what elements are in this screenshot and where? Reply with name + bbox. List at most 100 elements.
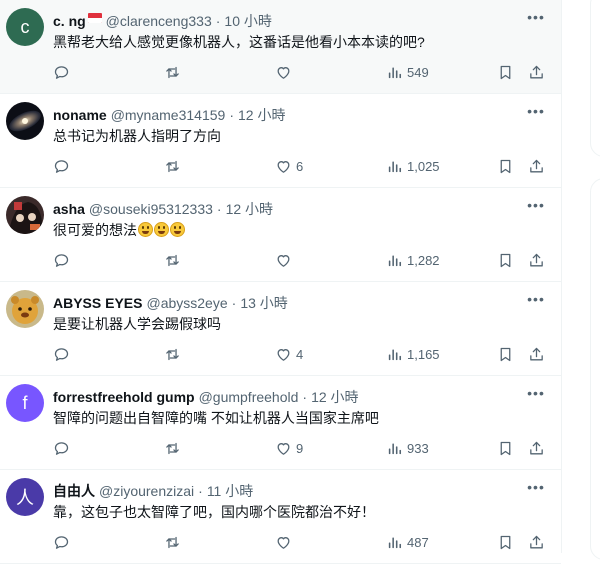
- bookmark-icon: [497, 158, 514, 175]
- share-button[interactable]: [528, 436, 545, 460]
- action-bar: 549: [53, 60, 547, 84]
- bookmark-button[interactable]: [497, 530, 514, 554]
- more-icon[interactable]: •••: [525, 382, 547, 404]
- more-icon[interactable]: •••: [525, 100, 547, 122]
- more-icon[interactable]: •••: [525, 476, 547, 498]
- reply-icon: [53, 534, 70, 551]
- action-bar: 6 1,025: [53, 154, 547, 178]
- like-count: 6: [296, 158, 304, 174]
- views-button[interactable]: 1,025: [386, 154, 440, 178]
- retweet-button[interactable]: [164, 60, 185, 84]
- reply-button[interactable]: [53, 436, 74, 460]
- avatar[interactable]: [6, 290, 44, 328]
- display-name[interactable]: asha: [53, 201, 85, 217]
- display-name[interactable]: forrestfreehold gump: [53, 389, 195, 405]
- view-count: 1,282: [407, 252, 440, 268]
- tweet-text: 靠，这包子也太智障了吧，国内哪个医院都治不好！: [53, 502, 375, 522]
- tweet-text-content: 总书记为机器人指明了方向: [53, 128, 221, 144]
- user-handle[interactable]: @abyss2eye: [146, 295, 227, 311]
- separator-dot: ·: [231, 295, 237, 311]
- retweet-icon: [164, 158, 181, 175]
- views-icon: [386, 64, 403, 81]
- separator-dot: ·: [216, 201, 222, 217]
- separator-dot: ·: [215, 13, 221, 29]
- timestamp[interactable]: 13 小時: [240, 293, 287, 313]
- timestamp[interactable]: 12 小時: [311, 387, 358, 407]
- retweet-button[interactable]: [164, 248, 185, 272]
- separator-dot: ·: [302, 389, 308, 405]
- share-icon: [528, 440, 545, 457]
- more-icon[interactable]: •••: [525, 6, 547, 28]
- reply-button[interactable]: [53, 530, 74, 554]
- like-button[interactable]: [275, 248, 296, 272]
- views-button[interactable]: 1,282: [386, 248, 440, 272]
- display-name[interactable]: c. ng: [53, 13, 86, 29]
- user-handle[interactable]: @ziyourenzizai: [99, 483, 194, 499]
- display-name[interactable]: 自由人: [53, 481, 95, 501]
- more-icon[interactable]: •••: [525, 288, 547, 310]
- like-button[interactable]: 4: [275, 342, 303, 366]
- bookmark-button[interactable]: [497, 342, 514, 366]
- share-button[interactable]: [528, 154, 545, 178]
- reply-button[interactable]: [53, 154, 74, 178]
- bookmark-button[interactable]: [497, 154, 514, 178]
- share-button[interactable]: [528, 530, 545, 554]
- share-button[interactable]: [528, 60, 545, 84]
- tweet[interactable]: noname @myname314159 · 12 小時 ••• 总书记为机器人指明了方向…: [0, 94, 561, 188]
- like-button[interactable]: 6: [275, 154, 303, 178]
- bookmark-button[interactable]: [497, 248, 514, 272]
- view-count: 1,025: [407, 158, 440, 174]
- timestamp[interactable]: 12 小時: [226, 199, 273, 219]
- reply-button[interactable]: [53, 60, 74, 84]
- reply-button[interactable]: [53, 248, 74, 272]
- like-icon: [275, 346, 292, 363]
- display-name[interactable]: ABYSS EYES: [53, 295, 142, 311]
- like-button[interactable]: [275, 60, 296, 84]
- avatar[interactable]: [6, 102, 44, 140]
- tweet[interactable]: f forrestfreehold gump @gumpfreehold · 12 小時…: [0, 376, 561, 470]
- share-icon: [528, 158, 545, 175]
- reply-button[interactable]: [53, 342, 74, 366]
- bookmark-icon: [497, 64, 514, 81]
- retweet-icon: [164, 252, 181, 269]
- user-handle[interactable]: @clarenceng333: [106, 13, 212, 29]
- timestamp[interactable]: 11 小時: [207, 481, 253, 501]
- bookmark-button[interactable]: [497, 436, 514, 460]
- avatar[interactable]: c: [6, 8, 44, 46]
- timestamp[interactable]: 10 小時: [224, 11, 271, 31]
- user-handle[interactable]: @myname314159: [111, 107, 226, 123]
- right-sidebar: [562, 0, 600, 560]
- user-handle[interactable]: @gumpfreehold: [199, 389, 299, 405]
- display-name[interactable]: noname: [53, 107, 107, 123]
- like-button[interactable]: [275, 530, 296, 554]
- user-handle[interactable]: @souseki95312333: [89, 201, 213, 217]
- reply-icon: [53, 440, 70, 457]
- avatar[interactable]: f: [6, 384, 44, 422]
- like-icon: [275, 440, 292, 457]
- view-count: 487: [407, 534, 429, 550]
- views-button[interactable]: 487: [386, 530, 429, 554]
- retweet-button[interactable]: [164, 436, 185, 460]
- retweet-button[interactable]: [164, 530, 185, 554]
- views-button[interactable]: 549: [386, 60, 429, 84]
- tweet[interactable]: asha @souseki95312333 · 12 小時 ••• 很可爱的想法 1,282: [0, 188, 561, 282]
- bookmark-button[interactable]: [497, 60, 514, 84]
- avatar[interactable]: 人: [6, 478, 44, 516]
- views-icon: [386, 158, 403, 175]
- tweet-text: 黑帮老大给人感觉更像机器人，这番话是他看小本本读的吧?: [53, 32, 425, 52]
- avatar[interactable]: [6, 196, 44, 234]
- tweet[interactable]: 人自由人 @ziyourenzizai · 11 小時 ••• 靠，这包子也太智障了吧，国…: [0, 470, 561, 564]
- views-button[interactable]: 1,165: [386, 342, 440, 366]
- like-button[interactable]: 9: [275, 436, 303, 460]
- views-button[interactable]: 933: [386, 436, 429, 460]
- timestamp[interactable]: 12 小時: [238, 105, 285, 125]
- share-button[interactable]: [528, 342, 545, 366]
- bookmark-icon: [497, 440, 514, 457]
- tweet[interactable]: ABYSS EYES @abyss2eye · 13 小時 ••• 是要让机器人学会踢假球…: [0, 282, 561, 376]
- more-icon[interactable]: •••: [525, 194, 547, 216]
- share-icon: [528, 252, 545, 269]
- share-button[interactable]: [528, 248, 545, 272]
- tweet[interactable]: c c. ng @clarenceng333 · 10 小時 ••• 黑帮老大给人感觉更像机…: [0, 0, 561, 94]
- retweet-button[interactable]: [164, 342, 185, 366]
- retweet-button[interactable]: [164, 154, 185, 178]
